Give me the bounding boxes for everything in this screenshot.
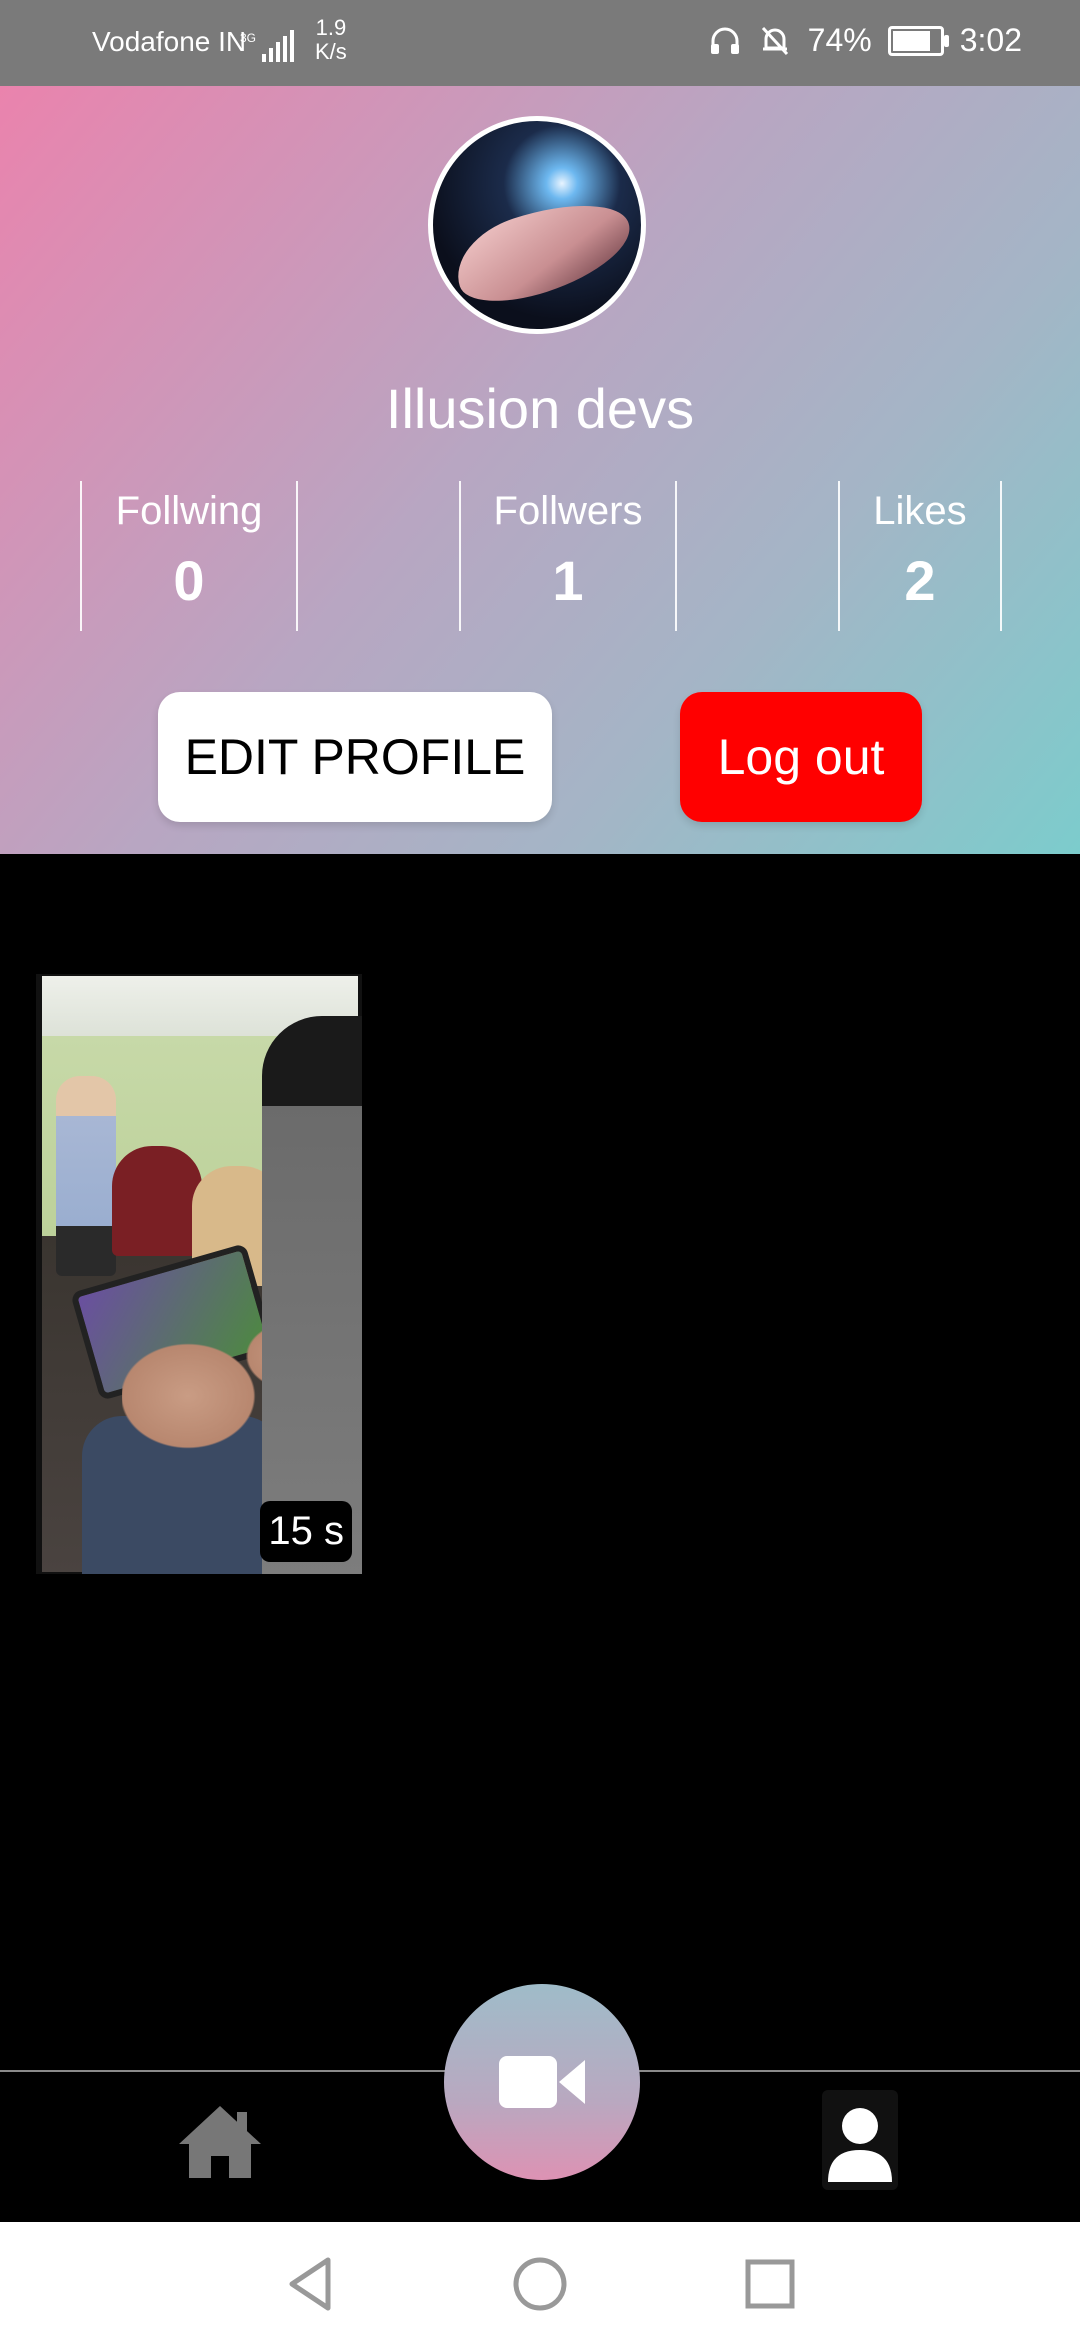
stat-followers[interactable]: Follwers 1 [459, 481, 677, 631]
video-camera-icon [499, 2056, 585, 2108]
clock: 3:02 [959, 22, 1022, 58]
home-icon[interactable] [175, 2102, 265, 2182]
carrier-name: Vodafone IN [92, 26, 247, 57]
username: Illusion devs [385, 377, 695, 440]
bell-muted-icon [761, 26, 788, 55]
home-circle-icon[interactable] [510, 2254, 570, 2314]
network-type: 3G [240, 31, 256, 45]
stat-label: Follwers [493, 489, 643, 533]
battery-percent: 74% [807, 22, 872, 58]
stat-value: 1 [552, 549, 584, 612]
stat-value: 2 [904, 549, 936, 612]
stat-value: 0 [173, 549, 205, 612]
back-icon[interactable] [280, 2254, 340, 2314]
logout-button[interactable]: Log out [680, 692, 922, 822]
speed-unit: K/s [315, 39, 347, 64]
battery-icon [887, 25, 949, 56]
network-speed: 1.9 K/s [315, 16, 347, 64]
user-icon[interactable] [822, 2090, 898, 2190]
recents-icon[interactable] [740, 2254, 800, 2314]
speed-value: 1.9 [315, 15, 347, 40]
video-thumbnail[interactable]: 15 s [36, 974, 362, 1574]
video-thumbnail-image [42, 976, 362, 1574]
stat-following[interactable]: Follwing 0 [80, 481, 298, 631]
stat-label: Follwing [115, 489, 263, 533]
avatar[interactable] [428, 116, 646, 334]
stat-likes[interactable]: Likes 2 [838, 481, 1002, 631]
system-nav-bar [0, 2222, 1080, 2340]
record-video-button[interactable] [444, 1984, 640, 2180]
status-bar: Vodafone IN 3G 1.9 K/s 74% 3:02 [0, 0, 1080, 86]
video-duration: 15 s [260, 1501, 352, 1562]
edit-profile-button[interactable]: EDIT PROFILE [158, 692, 552, 822]
stat-label: Likes [873, 489, 967, 533]
signal-icon: 3G [240, 30, 294, 62]
avatar-hand-image [445, 185, 641, 317]
profile-header: Illusion devs Follwing 0 Follwers 1 Like… [0, 86, 1080, 854]
headphones-icon [710, 27, 739, 54]
